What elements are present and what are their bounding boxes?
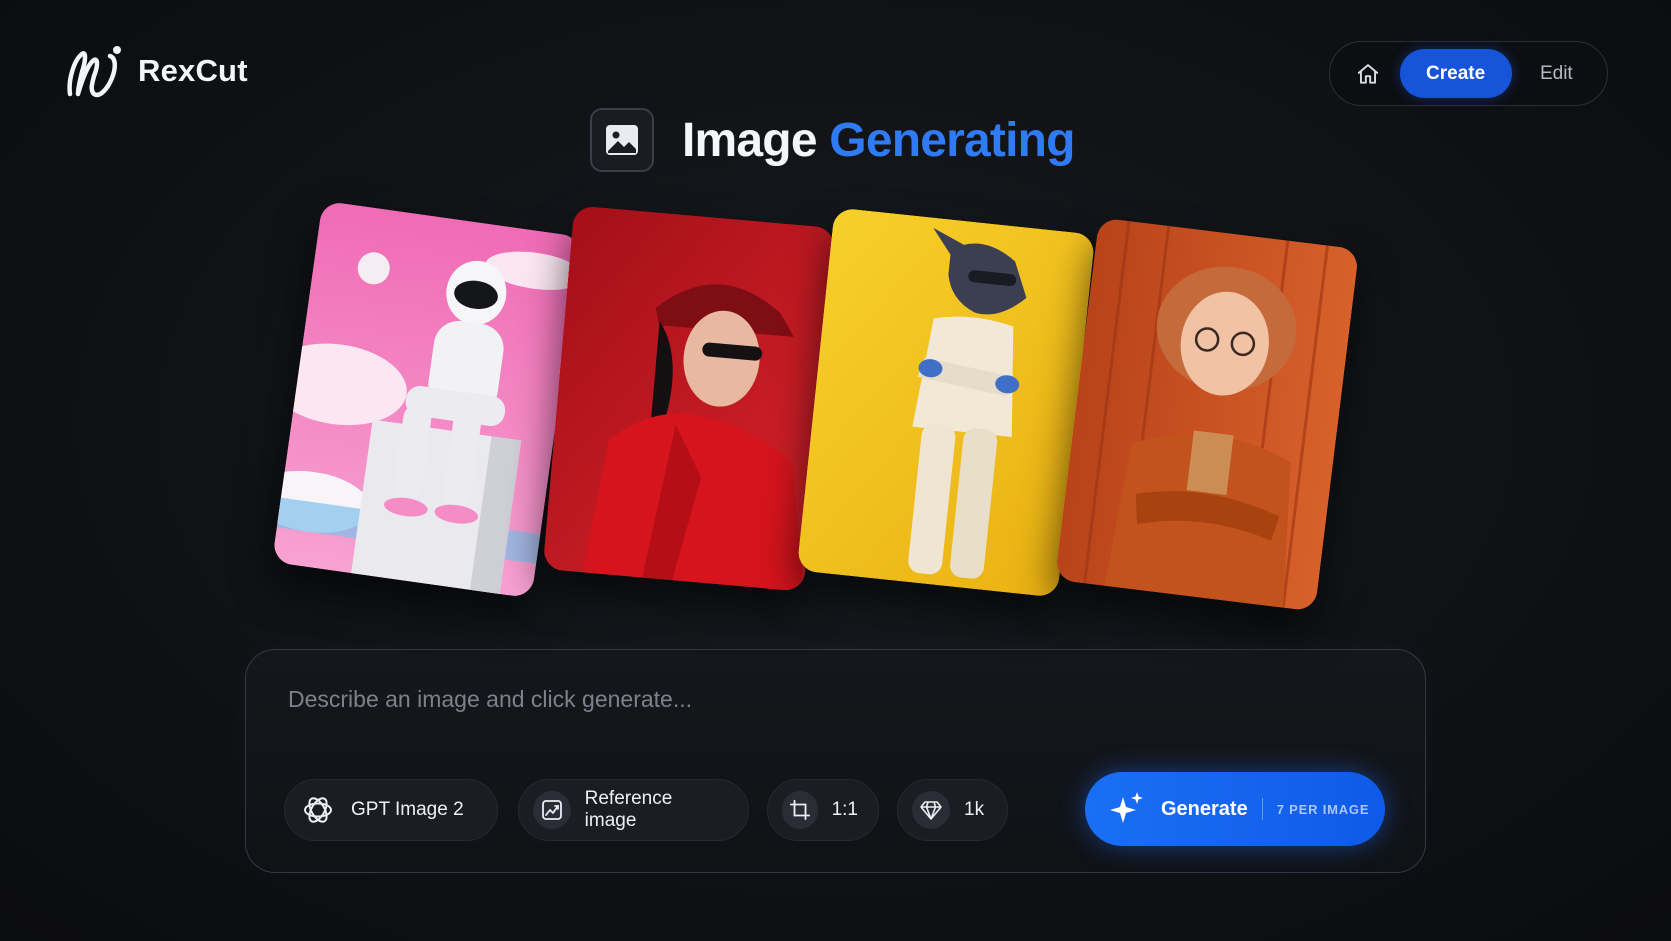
diamond-icon [912, 791, 950, 829]
generate-divider [1261, 798, 1263, 820]
generate-button[interactable]: Generate 7 PER IMAGE [1085, 772, 1385, 846]
nav-edit-tab[interactable]: Edit [1512, 49, 1601, 99]
aspect-ratio-selector[interactable]: 1:1 [767, 779, 879, 841]
gallery-card-woman[interactable] [542, 205, 836, 592]
generate-cost: 7 PER IMAGE [1276, 801, 1370, 817]
home-icon [1357, 63, 1378, 84]
openai-icon [299, 791, 337, 829]
gallery-card-girl[interactable] [1054, 217, 1360, 612]
image-icon [590, 108, 654, 172]
crop-icon [782, 791, 818, 829]
gallery-card-astronaut[interactable] [271, 200, 583, 599]
reference-label: Reference image [584, 788, 673, 831]
generate-label: Generate [1161, 797, 1248, 820]
page-title: Image Generating [590, 108, 1075, 172]
model-label: GPT Image 2 [351, 799, 464, 820]
prompt-panel: GPT Image 2 Reference image 1:1 [245, 649, 1426, 873]
sparkle-icon [1110, 792, 1143, 823]
brand-name: RexCut [138, 53, 248, 88]
reference-image-button[interactable]: Reference image [518, 779, 749, 841]
top-nav: Create Edit [1329, 41, 1608, 106]
nav-create-tab[interactable]: Create [1399, 49, 1512, 98]
gallery-card-fox[interactable] [796, 207, 1096, 598]
image-chart-icon [533, 791, 571, 829]
page: RexCut Create Edit Image Generating Desc… [0, 0, 1671, 941]
nav-home-button[interactable] [1336, 49, 1400, 99]
title-accent: Generating [829, 113, 1075, 167]
model-selector[interactable]: GPT Image 2 [284, 779, 498, 841]
resolution-selector[interactable]: 1k [897, 779, 1008, 841]
prompt-input[interactable] [286, 678, 1370, 720]
brand-logo[interactable]: RexCut [64, 44, 248, 98]
title-main: Image [682, 113, 818, 167]
rexcut-logo-icon [67, 46, 121, 98]
resolution-label: 1k [964, 799, 985, 820]
aspect-ratio-label: 1:1 [831, 799, 858, 820]
